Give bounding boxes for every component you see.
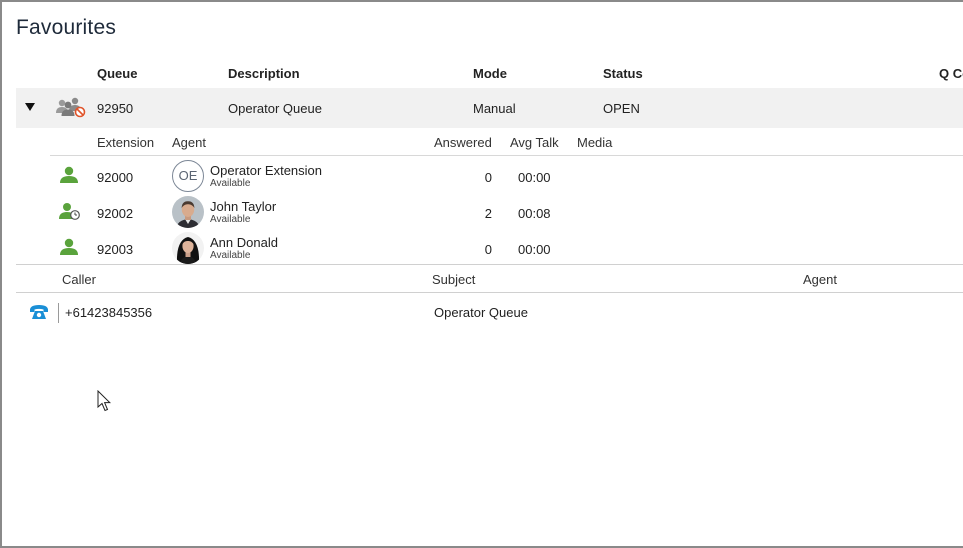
- agent-extension: 92002: [97, 206, 134, 221]
- agent-answered: 2: [484, 206, 492, 221]
- queue-status: OPEN: [603, 101, 640, 116]
- col-header-call-agent[interactable]: Agent: [803, 272, 837, 287]
- col-header-caller[interactable]: Caller: [62, 272, 96, 287]
- agent-status: Available: [210, 214, 251, 225]
- queue-mode: Manual: [473, 101, 516, 116]
- agent-row[interactable]: 92000 OE Operator Extension Available 0 …: [2, 157, 963, 193]
- avatar: [172, 232, 204, 264]
- agent-extension: 92000: [97, 170, 134, 185]
- phone-icon: [29, 303, 49, 326]
- agent-status: Available: [210, 178, 251, 189]
- agent-name: Ann Donald: [210, 235, 278, 250]
- agent-avg-talk: 00:00: [518, 242, 551, 257]
- avatar: OE: [172, 160, 204, 192]
- col-header-media[interactable]: Media: [577, 135, 612, 150]
- col-header-status[interactable]: Status: [603, 66, 643, 81]
- caller-number: +61423845356: [65, 305, 153, 320]
- divider: [58, 303, 59, 323]
- col-header-avg-talk[interactable]: Avg Talk: [510, 135, 559, 150]
- agent-answered: 0: [484, 170, 492, 185]
- col-header-agent[interactable]: Agent: [172, 135, 206, 150]
- col-header-queue[interactable]: Queue: [97, 66, 137, 81]
- agent-name: John Taylor: [210, 199, 277, 214]
- agent-row[interactable]: 92003 Ann Donald Available 0 00:00: [2, 229, 963, 265]
- col-header-mode[interactable]: Mode: [473, 66, 507, 81]
- divider: [16, 264, 963, 265]
- divider: [16, 292, 963, 293]
- agent-avg-talk: 00:00: [518, 170, 551, 185]
- col-header-answered[interactable]: Answered: [434, 135, 492, 150]
- call-row[interactable]: +61423845356 Operator Queue: [2, 296, 963, 330]
- queue-row[interactable]: 92950 Operator Queue Manual OPEN: [16, 88, 963, 128]
- favourites-panel: Favourites Queue Description Mode Status…: [0, 0, 963, 548]
- col-header-subject[interactable]: Subject: [432, 272, 475, 287]
- col-header-extension[interactable]: Extension: [97, 135, 154, 150]
- agent-row[interactable]: 92002 John Taylor Available 2 00:08: [2, 193, 963, 229]
- queue-description: Operator Queue: [228, 101, 322, 116]
- agent-status: Available: [210, 250, 251, 261]
- agent-avg-talk: 00:08: [518, 206, 551, 221]
- queue-number: 92950: [97, 101, 134, 116]
- user-available-icon: [59, 238, 79, 261]
- agent-name: Operator Extension: [210, 163, 323, 178]
- agent-extension: 92003: [97, 242, 134, 257]
- queue-group-icon: [55, 96, 87, 123]
- col-header-q-count[interactable]: Q Co: [939, 66, 963, 81]
- mouse-pointer-icon: [97, 389, 112, 417]
- divider: [50, 155, 963, 156]
- user-available-icon: [59, 166, 79, 189]
- collapse-caret-icon[interactable]: [25, 103, 35, 111]
- user-away-clock-icon: [59, 202, 81, 225]
- agent-answered: 0: [484, 242, 492, 257]
- page-title: Favourites: [16, 16, 117, 39]
- avatar: [172, 196, 204, 228]
- call-subject: Operator Queue: [434, 305, 528, 320]
- col-header-description[interactable]: Description: [228, 66, 300, 81]
